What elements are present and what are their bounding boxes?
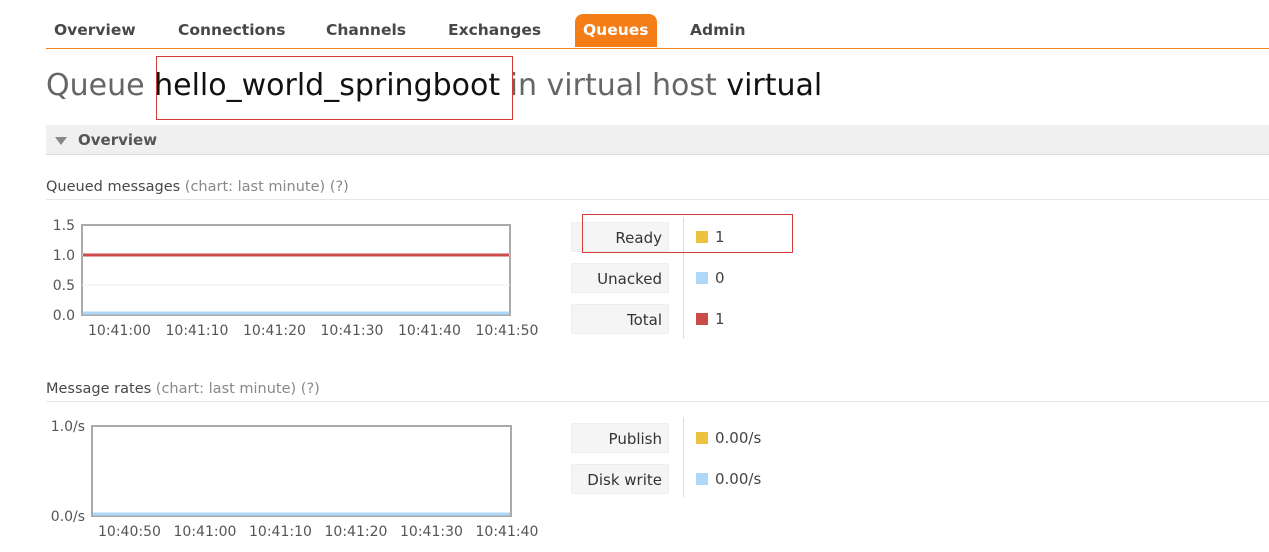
tab-overview[interactable]: Overview — [54, 14, 136, 47]
plot-frame — [91, 425, 512, 517]
ready-value: 1 — [715, 228, 725, 246]
legend-value-total: 1 — [696, 304, 725, 334]
tab-channels[interactable]: Channels — [326, 14, 406, 47]
y-tick-label: 0.5 — [53, 278, 75, 294]
page-title: Queue hello_world_springboot in virtual … — [46, 68, 822, 103]
queue-name: hello_world_springboot — [154, 68, 501, 103]
x-tick-label: 10:41:20 — [243, 323, 306, 339]
queued-messages-chart: 1.5 1.0 0.5 0.0 10:41:00 10:41:10 10:41:20 10:4… — [53, 218, 539, 339]
title-middle: in virtual host — [509, 68, 717, 103]
message-rates-chart-note: (chart: last minute) — [155, 381, 297, 397]
legend-label-disk-write: Disk write — [571, 464, 669, 494]
publish-value: 0.00/s — [715, 429, 762, 447]
legend-label-publish: Publish — [571, 423, 669, 453]
collapse-triangle-icon — [55, 137, 67, 145]
legend-divider-rates — [683, 417, 684, 497]
legend-value-ready: 1 — [696, 222, 725, 252]
x-tick-label: 10:41:10 — [166, 323, 229, 339]
y-tick-label: 0.0/s — [51, 509, 85, 525]
overview-section-toggle[interactable]: Overview — [46, 125, 1269, 155]
section-label: Overview — [78, 131, 158, 149]
x-tick-label: 10:41:10 — [249, 524, 312, 540]
y-tick-label: 1.5 — [53, 218, 75, 234]
queued-messages-chart-note: (chart: last minute) — [184, 179, 326, 195]
queued-messages-title: Queued messages — [46, 179, 181, 195]
ready-swatch — [696, 231, 708, 243]
total-value: 1 — [715, 310, 725, 328]
publish-swatch — [696, 432, 708, 444]
x-tick-label: 10:41:20 — [325, 524, 388, 540]
message-rates-chart: 1.0/s 0.0/s 10:40:50 10:41:00 10:41:10 10:41:… — [51, 419, 539, 540]
x-tick-label: 10:41:40 — [398, 323, 461, 339]
x-tick-label: 10:40:50 — [98, 524, 161, 540]
x-tick-label: 10:41:30 — [400, 524, 463, 540]
legend-label-total: Total — [571, 304, 669, 334]
legend-value-disk-write: 0.00/s — [696, 464, 761, 494]
unacked-swatch — [696, 272, 708, 284]
tab-admin[interactable]: Admin — [690, 14, 746, 47]
tab-queues[interactable]: Queues — [575, 14, 657, 47]
y-tick-label: 1.0 — [53, 248, 75, 264]
y-tick-label: 0.0 — [53, 308, 75, 324]
total-swatch — [696, 313, 708, 325]
message-rates-title: Message rates — [46, 381, 152, 397]
message-rates-heading: Message rates (chart: last minute) (?) — [46, 381, 1269, 402]
legend-label-unacked: Unacked — [571, 263, 669, 293]
x-tick-label: 10:41:50 — [476, 323, 539, 339]
plot-frame — [81, 224, 511, 316]
x-tick-label: 10:41:00 — [88, 323, 151, 339]
disk-write-swatch — [696, 473, 708, 485]
legend-value-publish: 0.00/s — [696, 423, 761, 453]
legend-label-ready: Ready — [571, 222, 669, 252]
queued-messages-heading: Queued messages (chart: last minute) (?) — [46, 179, 1269, 200]
legend-divider — [683, 217, 684, 339]
vhost-name: virtual — [726, 68, 823, 103]
tab-connections[interactable]: Connections — [178, 14, 285, 47]
message-rates-help-link[interactable]: (?) — [301, 381, 320, 397]
x-tick-label: 10:41:00 — [174, 524, 237, 540]
unacked-value: 0 — [715, 269, 725, 287]
legend-value-unacked: 0 — [696, 263, 725, 293]
tab-exchanges[interactable]: Exchanges — [448, 14, 541, 47]
y-tick-label: 1.0/s — [51, 419, 85, 435]
title-prefix: Queue — [46, 68, 145, 103]
queued-messages-help-link[interactable]: (?) — [330, 179, 349, 195]
disk-write-value: 0.00/s — [715, 470, 762, 488]
x-tick-label: 10:41:40 — [476, 524, 539, 540]
x-tick-label: 10:41:30 — [321, 323, 384, 339]
main-nav: Overview Connections Channels Exchanges … — [46, 14, 1269, 49]
